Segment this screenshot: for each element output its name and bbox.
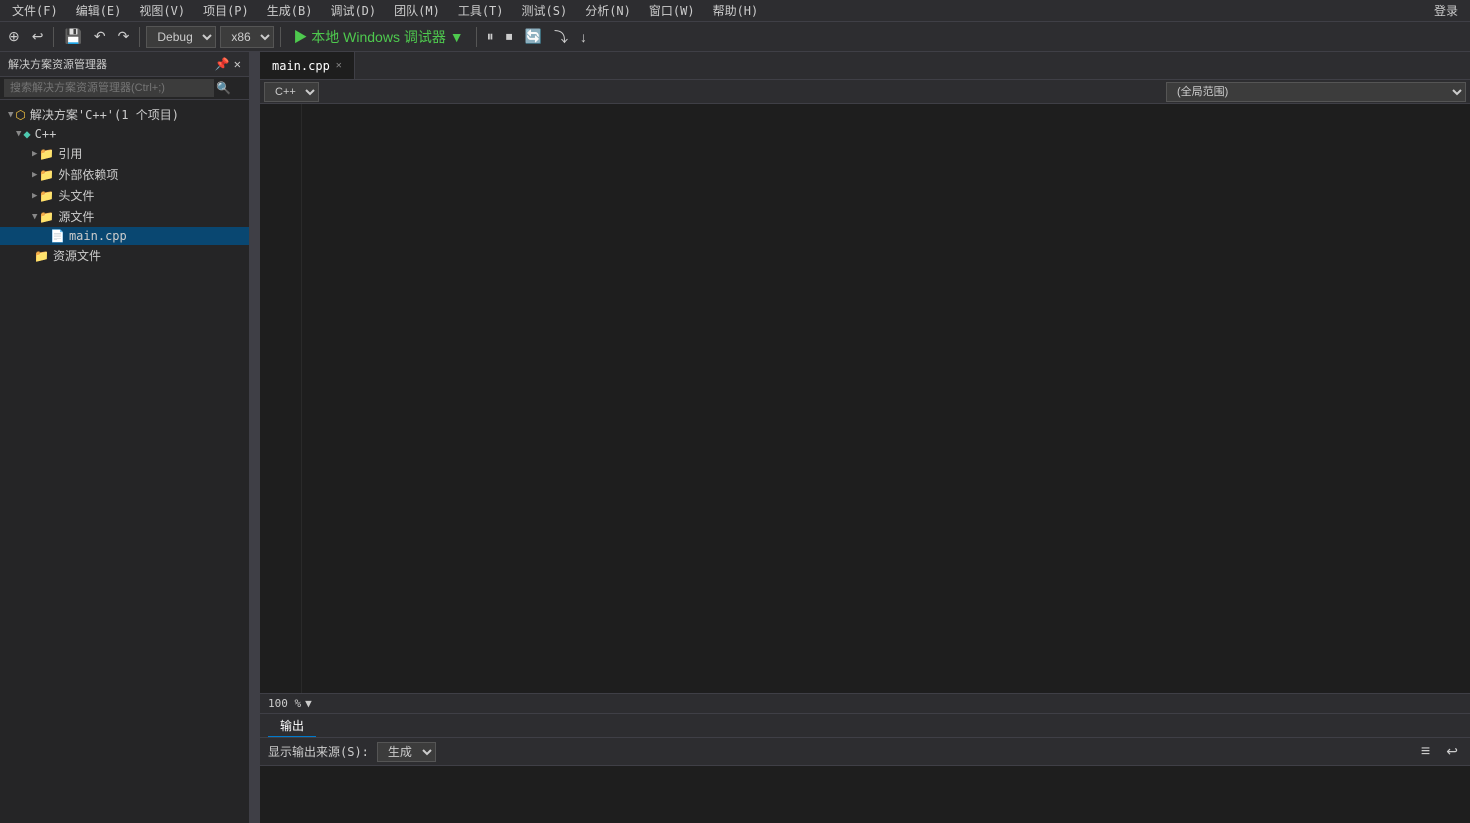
- code-content[interactable]: [302, 104, 1470, 693]
- tab-close-button[interactable]: ✕: [336, 60, 342, 71]
- output-tab-label[interactable]: 输出: [268, 715, 316, 737]
- tree-item-label: 头文件: [58, 187, 94, 204]
- tree-item-references[interactable]: ▶ 📁 引用: [0, 143, 249, 164]
- toolbar-back[interactable]: ↩: [28, 26, 48, 47]
- language-dropdown[interactable]: C++: [264, 82, 319, 102]
- tree-item-label: 资源文件: [53, 247, 101, 264]
- sidebar: 解决方案资源管理器 📌 ✕ 🔍 ▼ ⬡ 解决方案'C++'(1 个项目) ▼ ◆…: [0, 52, 250, 823]
- toolbar-pause[interactable]: ⏸: [483, 26, 498, 47]
- menu-view[interactable]: 视图(V): [131, 0, 193, 21]
- menu-help[interactable]: 帮助(H): [705, 0, 767, 21]
- main-area: 解决方案资源管理器 📌 ✕ 🔍 ▼ ⬡ 解决方案'C++'(1 个项目) ▼ ◆…: [0, 52, 1470, 823]
- menu-debug[interactable]: 调试(D): [322, 0, 384, 21]
- solution-icon: ⬡: [15, 108, 25, 122]
- toolbar-restart[interactable]: 🔄: [521, 26, 546, 47]
- debug-config-dropdown[interactable]: Debug: [146, 26, 216, 48]
- expand-icon: ▼: [16, 129, 21, 139]
- toolbar-undo[interactable]: ↶: [90, 26, 110, 47]
- line-numbers: [260, 104, 302, 693]
- tree-item-label: 引用: [58, 145, 82, 162]
- scope-dropdown[interactable]: (全局范围): [1166, 82, 1466, 102]
- output-wrap-btn[interactable]: ↩: [1442, 741, 1462, 762]
- toolbar-redo[interactable]: ↷: [114, 26, 134, 47]
- toolbar-new[interactable]: ⊕: [4, 26, 24, 47]
- menu-test[interactable]: 测试(S): [514, 0, 576, 21]
- search-icon: 🔍: [216, 81, 231, 95]
- tree-item-label: 源文件: [58, 208, 94, 225]
- platform-dropdown[interactable]: x86: [220, 26, 274, 48]
- folder-icon: 📁: [39, 168, 54, 182]
- toolbar-save-all[interactable]: 💾: [60, 26, 85, 47]
- code-editor: [260, 104, 1470, 693]
- bottom-panel: 输出 显示输出来源(S): 生成 ≡ ↩: [260, 713, 1470, 823]
- menu-build[interactable]: 生成(B): [259, 0, 321, 21]
- folder-icon: 📁: [39, 210, 54, 224]
- output-source-dropdown[interactable]: 生成: [377, 742, 436, 762]
- sidebar-resize-handle[interactable]: [250, 52, 260, 823]
- sidebar-header: 解决方案资源管理器 📌 ✕: [0, 52, 249, 77]
- expand-icon: ▶: [32, 191, 37, 201]
- tree-item-label: 外部依赖项: [58, 166, 118, 183]
- tree-item-label: main.cpp: [69, 229, 127, 243]
- expand-icon: ▶: [32, 170, 37, 180]
- run-debugger-button[interactable]: ▶ 本地 Windows 调试器 ▼: [287, 25, 469, 49]
- output-tabs: 输出: [260, 714, 1470, 738]
- toolbar-stop[interactable]: ⏹: [502, 26, 517, 47]
- tree-item-label: 解决方案'C++'(1 个项目): [30, 106, 179, 123]
- tree-item-headers[interactable]: ▶ 📁 头文件: [0, 185, 249, 206]
- expand-icon: ▶: [32, 149, 37, 159]
- tree-item-resources[interactable]: 📁 资源文件: [0, 245, 249, 266]
- sidebar-tree: ▼ ⬡ 解决方案'C++'(1 个项目) ▼ ◆ C++ ▶ 📁 引用 ▶ 📁 …: [0, 100, 249, 823]
- tree-item-label: C++: [35, 127, 57, 141]
- menu-window[interactable]: 窗口(W): [641, 0, 703, 21]
- tree-item-cpp[interactable]: ▼ ◆ C++: [0, 125, 249, 143]
- login-button[interactable]: 登录: [1426, 0, 1466, 21]
- folder-icon: 📁: [39, 189, 54, 203]
- expand-icon: ▼: [32, 212, 37, 222]
- tab-filename: main.cpp: [272, 59, 330, 73]
- toolbar-stepover[interactable]: ⤵: [550, 25, 572, 49]
- folder-icon: 📁: [39, 147, 54, 161]
- output-clear-btn[interactable]: ≡: [1417, 741, 1434, 763]
- folder-icon: 📁: [34, 249, 49, 263]
- tree-item-external-deps[interactable]: ▶ 📁 外部依赖项: [0, 164, 249, 185]
- sidebar-title: 解决方案资源管理器: [8, 56, 107, 72]
- sidebar-pin-icon[interactable]: 📌: [215, 57, 230, 71]
- menu-project[interactable]: 项目(P): [195, 0, 257, 21]
- zoom-dropdown-icon[interactable]: ▼: [305, 697, 312, 710]
- project-icon: ◆: [23, 127, 30, 141]
- tab-bar: main.cpp ✕: [260, 52, 1470, 80]
- code-toolbar: C++ (全局范围): [260, 80, 1470, 104]
- file-icon: 📄: [50, 229, 65, 243]
- tree-item-maincpp[interactable]: 📄 main.cpp: [0, 227, 249, 245]
- toolbar: ⊕ ↩ 💾 ↶ ↷ Debug x86 ▶ 本地 Windows 调试器 ▼ ⏸…: [0, 22, 1470, 52]
- zoom-level: 100 %: [268, 697, 301, 710]
- menu-tools[interactable]: 工具(T): [450, 0, 512, 21]
- menu-edit[interactable]: 编辑(E): [68, 0, 130, 21]
- menu-file[interactable]: 文件(F): [4, 0, 66, 21]
- tree-item-sources[interactable]: ▼ 📁 源文件: [0, 206, 249, 227]
- output-source-label: 显示输出来源(S):: [268, 743, 369, 760]
- menubar: 文件(F) 编辑(E) 视图(V) 项目(P) 生成(B) 调试(D) 团队(M…: [0, 0, 1470, 22]
- expand-icon: ▼: [8, 110, 13, 120]
- tree-item-solution[interactable]: ▼ ⬡ 解决方案'C++'(1 个项目): [0, 104, 249, 125]
- sidebar-close-icon[interactable]: ✕: [234, 57, 241, 71]
- tab-maincpp[interactable]: main.cpp ✕: [260, 52, 355, 79]
- toolbar-stepinto[interactable]: ↓: [576, 27, 591, 47]
- menu-team[interactable]: 团队(M): [386, 0, 448, 21]
- output-content: [260, 766, 1470, 823]
- editor-area: main.cpp ✕ C++ (全局范围) 100 % ▼: [260, 52, 1470, 823]
- menu-analyze[interactable]: 分析(N): [577, 0, 639, 21]
- output-toolbar: 显示输出来源(S): 生成 ≡ ↩: [260, 738, 1470, 766]
- sidebar-search-input[interactable]: [4, 79, 214, 97]
